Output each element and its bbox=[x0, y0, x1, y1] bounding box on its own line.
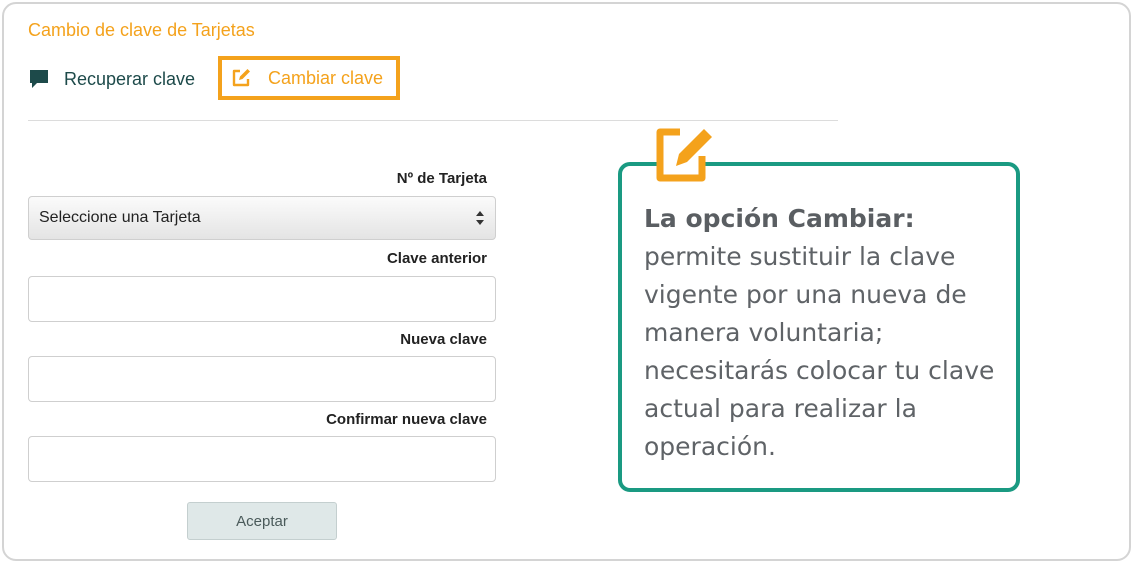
edit-icon bbox=[232, 69, 250, 87]
chat-bubble-icon bbox=[30, 70, 48, 88]
tab-recuperar-clave-label: Recuperar clave bbox=[64, 68, 196, 89]
callout-box: La opción Cambiar: permite sustituir la … bbox=[618, 162, 1020, 492]
select-arrows-icon bbox=[476, 211, 484, 225]
confirm-password-label: Confirmar nueva clave bbox=[326, 411, 487, 428]
tab-bar: Recuperar clave Cambiar clave bbox=[28, 56, 428, 104]
old-password-label: Clave anterior bbox=[386, 250, 487, 267]
callout-lead: La opción Cambiar: bbox=[644, 204, 915, 233]
new-password-field[interactable] bbox=[28, 356, 496, 402]
card-select[interactable]: Seleccione una Tarjeta bbox=[28, 196, 496, 240]
confirm-password-field[interactable] bbox=[28, 436, 496, 482]
tab-recuperar-clave[interactable]: Recuperar clave bbox=[28, 68, 195, 90]
old-password-field[interactable] bbox=[28, 276, 496, 322]
new-password-label: Nueva clave bbox=[400, 331, 487, 348]
tab-cambiar-clave-label: Cambiar clave bbox=[268, 67, 384, 88]
card-select-value: Seleccione una Tarjeta bbox=[39, 209, 201, 226]
callout-body: permite sustituir la clave vigente por u… bbox=[644, 242, 995, 461]
page-title: Cambio de clave de Tarjetas bbox=[28, 20, 255, 40]
edit-icon bbox=[656, 128, 712, 182]
card-number-label: Nº de Tarjeta bbox=[396, 170, 487, 187]
accept-button[interactable]: Aceptar bbox=[187, 502, 337, 540]
tab-cambiar-clave[interactable]: Cambiar clave bbox=[218, 56, 400, 100]
divider bbox=[28, 120, 838, 121]
